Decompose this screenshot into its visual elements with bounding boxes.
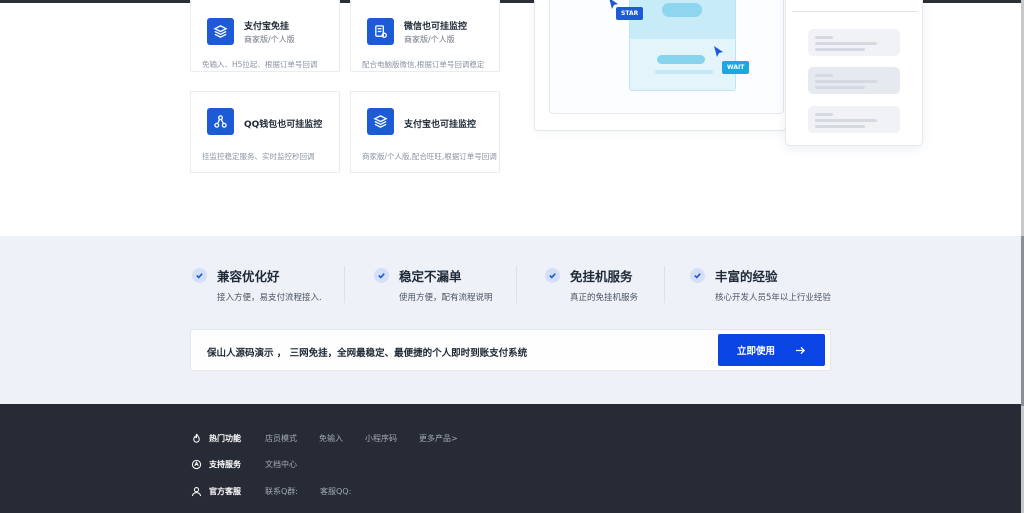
- advantage-title: 稳定不漏单: [399, 269, 462, 284]
- document-icon: [367, 18, 394, 45]
- feature-card-alipay-free[interactable]: 支付宝免挂 商家版/个人版 免输入、H5拉起、根据订单号回调: [190, 0, 340, 72]
- feature-card-wechat[interactable]: 微信也可挂监控 商家版/个人版 配合电脑版微信,根据订单号回调稳定: [350, 0, 500, 72]
- check-icon: [545, 268, 560, 283]
- footer-row-customer-service: 官方客服 联系Q群: 客服QQ:: [190, 484, 373, 498]
- network-icon: [207, 108, 234, 135]
- placeholder-block: [808, 29, 900, 56]
- feature-description: 商家版/个人版,配合旺旺,根据订单号回调: [362, 152, 497, 161]
- feature-card-alipay-monitor[interactable]: 支付宝也可挂监控 商家版/个人版,配合旺旺,根据订单号回调: [350, 91, 500, 173]
- cta-text: 保山人源码演示 ， 三网免挂，全网最稳定、最便捷的个人即时到账支付系统: [207, 348, 528, 359]
- footer-heading: 热门功能: [209, 433, 241, 443]
- check-icon: [192, 268, 207, 283]
- feature-title: QQ钱包也可挂监控: [244, 120, 323, 130]
- layers-icon: [367, 108, 394, 135]
- illustration-bar: [657, 55, 705, 64]
- footer-link-docs[interactable]: 文档中心: [265, 459, 297, 470]
- use-now-button[interactable]: 立即使用: [718, 334, 825, 366]
- footer: [0, 404, 1021, 513]
- layers-icon: [207, 18, 234, 45]
- feature-title: 微信也可挂监控: [404, 22, 468, 32]
- advantage-description: 真正的免挂机服务: [570, 293, 639, 303]
- illustration-pill: [662, 3, 702, 17]
- feature-description: 配合电脑版微信,根据订单号回调稳定: [362, 60, 485, 69]
- service-icon: [190, 458, 202, 470]
- feature-subtitle: 商家版/个人版: [404, 35, 455, 44]
- advantage-title: 丰富的经验: [715, 269, 778, 284]
- feature-title: 支付宝免挂: [244, 22, 290, 32]
- use-now-button-label: 立即使用: [736, 346, 775, 357]
- divider: [792, 11, 918, 12]
- illustration-side-panel: [785, 0, 923, 146]
- check-icon: [374, 268, 389, 283]
- footer-heading: 支持服务: [209, 459, 241, 469]
- fire-icon: [190, 432, 202, 444]
- divider: [344, 266, 345, 303]
- advantage-description: 接入方便，易支付流程接入.: [217, 293, 322, 303]
- feature-description: 挂监控稳定服务、实时监控秒回调: [202, 152, 315, 161]
- check-icon: [690, 268, 705, 283]
- cta-banner: 保山人源码演示 ， 三网免挂，全网最稳定、最便捷的个人即时到账支付系统 立即使用: [190, 329, 831, 371]
- footer-link-qq-group[interactable]: 联系Q群:: [265, 486, 298, 497]
- footer-link-more-products[interactable]: 更多产品>: [419, 433, 458, 444]
- divider: [516, 266, 517, 303]
- illustration-bar: [655, 70, 713, 74]
- advantage-description: 使用方便，配有流程说明: [399, 293, 493, 303]
- advantages-section: [0, 236, 1021, 404]
- advantage-title: 免挂机服务: [570, 269, 633, 284]
- feature-title: 支付宝也可挂监控: [404, 120, 477, 130]
- footer-link-service-qq[interactable]: 客服QQ:: [320, 486, 351, 497]
- user-icon: [190, 485, 202, 497]
- footer-heading: 官方客服: [209, 486, 241, 496]
- feature-card-qq-wallet[interactable]: QQ钱包也可挂监控 挂监控稳定服务、实时监控秒回调: [190, 91, 340, 173]
- footer-row-hot-features: 热门功能 店员模式 免输入 小程序码 更多产品>: [190, 431, 480, 445]
- divider: [664, 266, 665, 303]
- advantage-title: 兼容优化好: [217, 269, 280, 284]
- footer-link-clerk-mode[interactable]: 店员模式: [265, 433, 297, 444]
- arrow-right-icon: [795, 346, 806, 354]
- placeholder-block: [808, 67, 900, 94]
- wait-tag: WAIT: [722, 61, 750, 74]
- feature-subtitle: 商家版/个人版: [244, 35, 295, 44]
- footer-link-no-input[interactable]: 免输入: [319, 433, 343, 444]
- advantage-description: 核心开发人员5年以上行业经验: [715, 293, 831, 303]
- placeholder-block: [808, 106, 900, 133]
- feature-description: 免输入、H5拉起、根据订单号回调: [202, 60, 318, 69]
- star-tag: STAR: [616, 7, 644, 20]
- cursor-icon: [714, 46, 723, 57]
- footer-row-support: 支持服务 文档中心: [190, 457, 319, 471]
- footer-link-mini-program[interactable]: 小程序码: [365, 433, 397, 444]
